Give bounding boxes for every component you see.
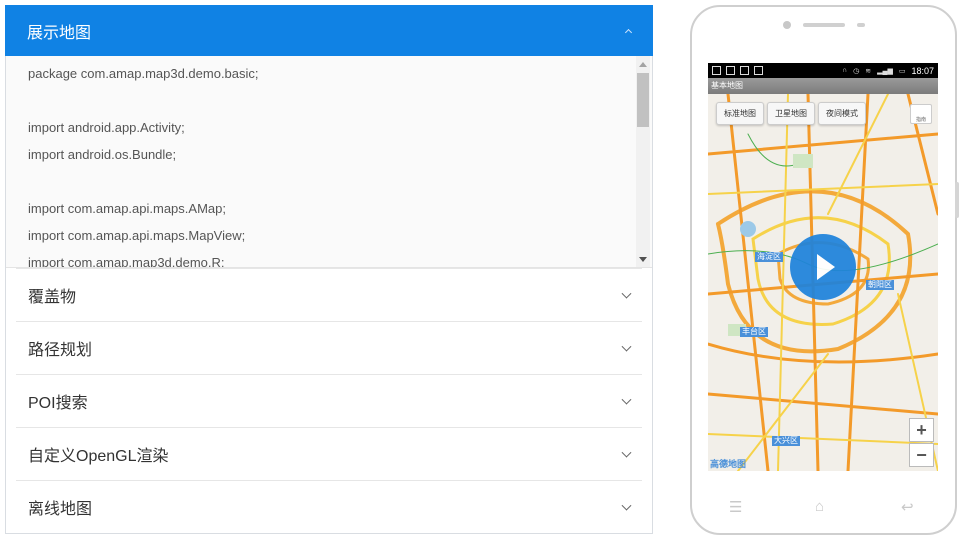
accordion-item-opengl[interactable]: 自定义OpenGL渲染 — [16, 427, 642, 480]
item-title: 路径规划 — [28, 342, 93, 359]
camera-icon — [783, 21, 791, 29]
menu-icon[interactable]: ☰ — [729, 498, 742, 516]
item-title: 离线地图 — [28, 501, 93, 518]
app-title-bar: 基本地图 — [708, 78, 938, 94]
compass-button[interactable]: 指南 — [910, 104, 932, 124]
item-title: 自定义OpenGL渲染 — [28, 448, 169, 465]
chevron-down-icon — [621, 447, 632, 458]
home-icon[interactable]: ⌂ — [815, 498, 824, 515]
chevron-down-icon — [621, 394, 632, 405]
item-title: 覆盖物 — [28, 289, 77, 306]
speaker-icon — [803, 23, 845, 27]
notification-icon — [712, 66, 721, 75]
scrollbar-thumb[interactable] — [637, 73, 649, 127]
alarm-icon: ◷ — [853, 67, 860, 75]
phone-screen: ∩ ◷ ≋ ▂▄▆ ▭ 18:07 基本地图 标准地图 卫星地图 夜间模式 指南 海淀区 … — [708, 63, 938, 471]
headphone-icon: ∩ — [842, 67, 848, 74]
zoom-in-button[interactable]: + — [909, 418, 934, 442]
item-title: POI搜索 — [28, 395, 88, 412]
district-label: 朝阳区 — [866, 280, 894, 290]
code-line: import android.os.Bundle; — [28, 147, 177, 162]
scrollbar[interactable] — [636, 56, 650, 267]
back-icon[interactable]: ↩ — [901, 498, 914, 516]
sensor-icon — [857, 23, 865, 27]
code-line: import android.app.Activity; — [28, 120, 185, 135]
accordion-header-show-map[interactable]: 展示地图 — [5, 5, 653, 56]
code-line: import com.amap.api.maps.AMap; — [28, 201, 226, 216]
scroll-down-icon[interactable] — [639, 257, 647, 262]
android-icon — [754, 66, 763, 75]
usb-icon — [726, 66, 735, 75]
code-line: import com.amap.api.maps.MapView; — [28, 228, 246, 243]
amap-logo: 高德地图 — [710, 459, 747, 469]
side-button — [955, 182, 959, 218]
play-video-button[interactable] — [790, 234, 856, 300]
district-label: 大兴区 — [772, 436, 800, 446]
park — [793, 154, 813, 168]
accordion-item-poi-search[interactable]: POI搜索 — [16, 374, 642, 427]
chevron-up-icon — [624, 28, 633, 36]
district-label: 丰台区 — [740, 327, 768, 337]
battery-icon: ▭ — [898, 67, 906, 75]
night-mode-button[interactable]: 夜间模式 — [818, 102, 866, 125]
zoom-out-button[interactable]: − — [909, 443, 934, 467]
code-line: package com.amap.map3d.demo.basic; — [28, 66, 259, 81]
accordion-title: 展示地图 — [27, 24, 92, 42]
scroll-up-icon[interactable] — [639, 62, 647, 67]
district-label: 海淀区 — [755, 252, 783, 262]
signal-icon: ▂▄▆ — [877, 67, 893, 75]
chevron-down-icon — [621, 288, 632, 299]
chevron-down-icon — [621, 341, 632, 352]
lake — [740, 221, 756, 237]
status-time: 18:07 — [911, 65, 934, 76]
map-view[interactable]: 标准地图 卫星地图 夜间模式 指南 海淀区 朝阳区 丰台区 大兴区 + − 高德… — [708, 94, 938, 471]
code-lines: package com.amap.map3d.demo.basic; import… — [6, 56, 652, 268]
chevron-down-icon — [621, 500, 632, 511]
satellite-map-button[interactable]: 卫星地图 — [767, 102, 815, 125]
status-bar: ∩ ◷ ≋ ▂▄▆ ▭ 18:07 — [708, 63, 938, 78]
accordion-item-route[interactable]: 路径规划 — [16, 321, 642, 374]
code-panel: package com.amap.map3d.demo.basic; import… — [6, 56, 652, 268]
standard-map-button[interactable]: 标准地图 — [716, 102, 764, 125]
accordion-item-offline-map[interactable]: 离线地图 — [16, 480, 642, 533]
notification-icon — [740, 66, 749, 75]
accordion-item-overlays[interactable]: 覆盖物 — [16, 268, 642, 321]
wifi-icon: ≋ — [865, 67, 872, 75]
code-line: import com.amap.map3d.demo.R; — [28, 255, 225, 268]
demo-accordion: 展示地图 package com.amap.map3d.demo.basic; i… — [5, 5, 653, 534]
